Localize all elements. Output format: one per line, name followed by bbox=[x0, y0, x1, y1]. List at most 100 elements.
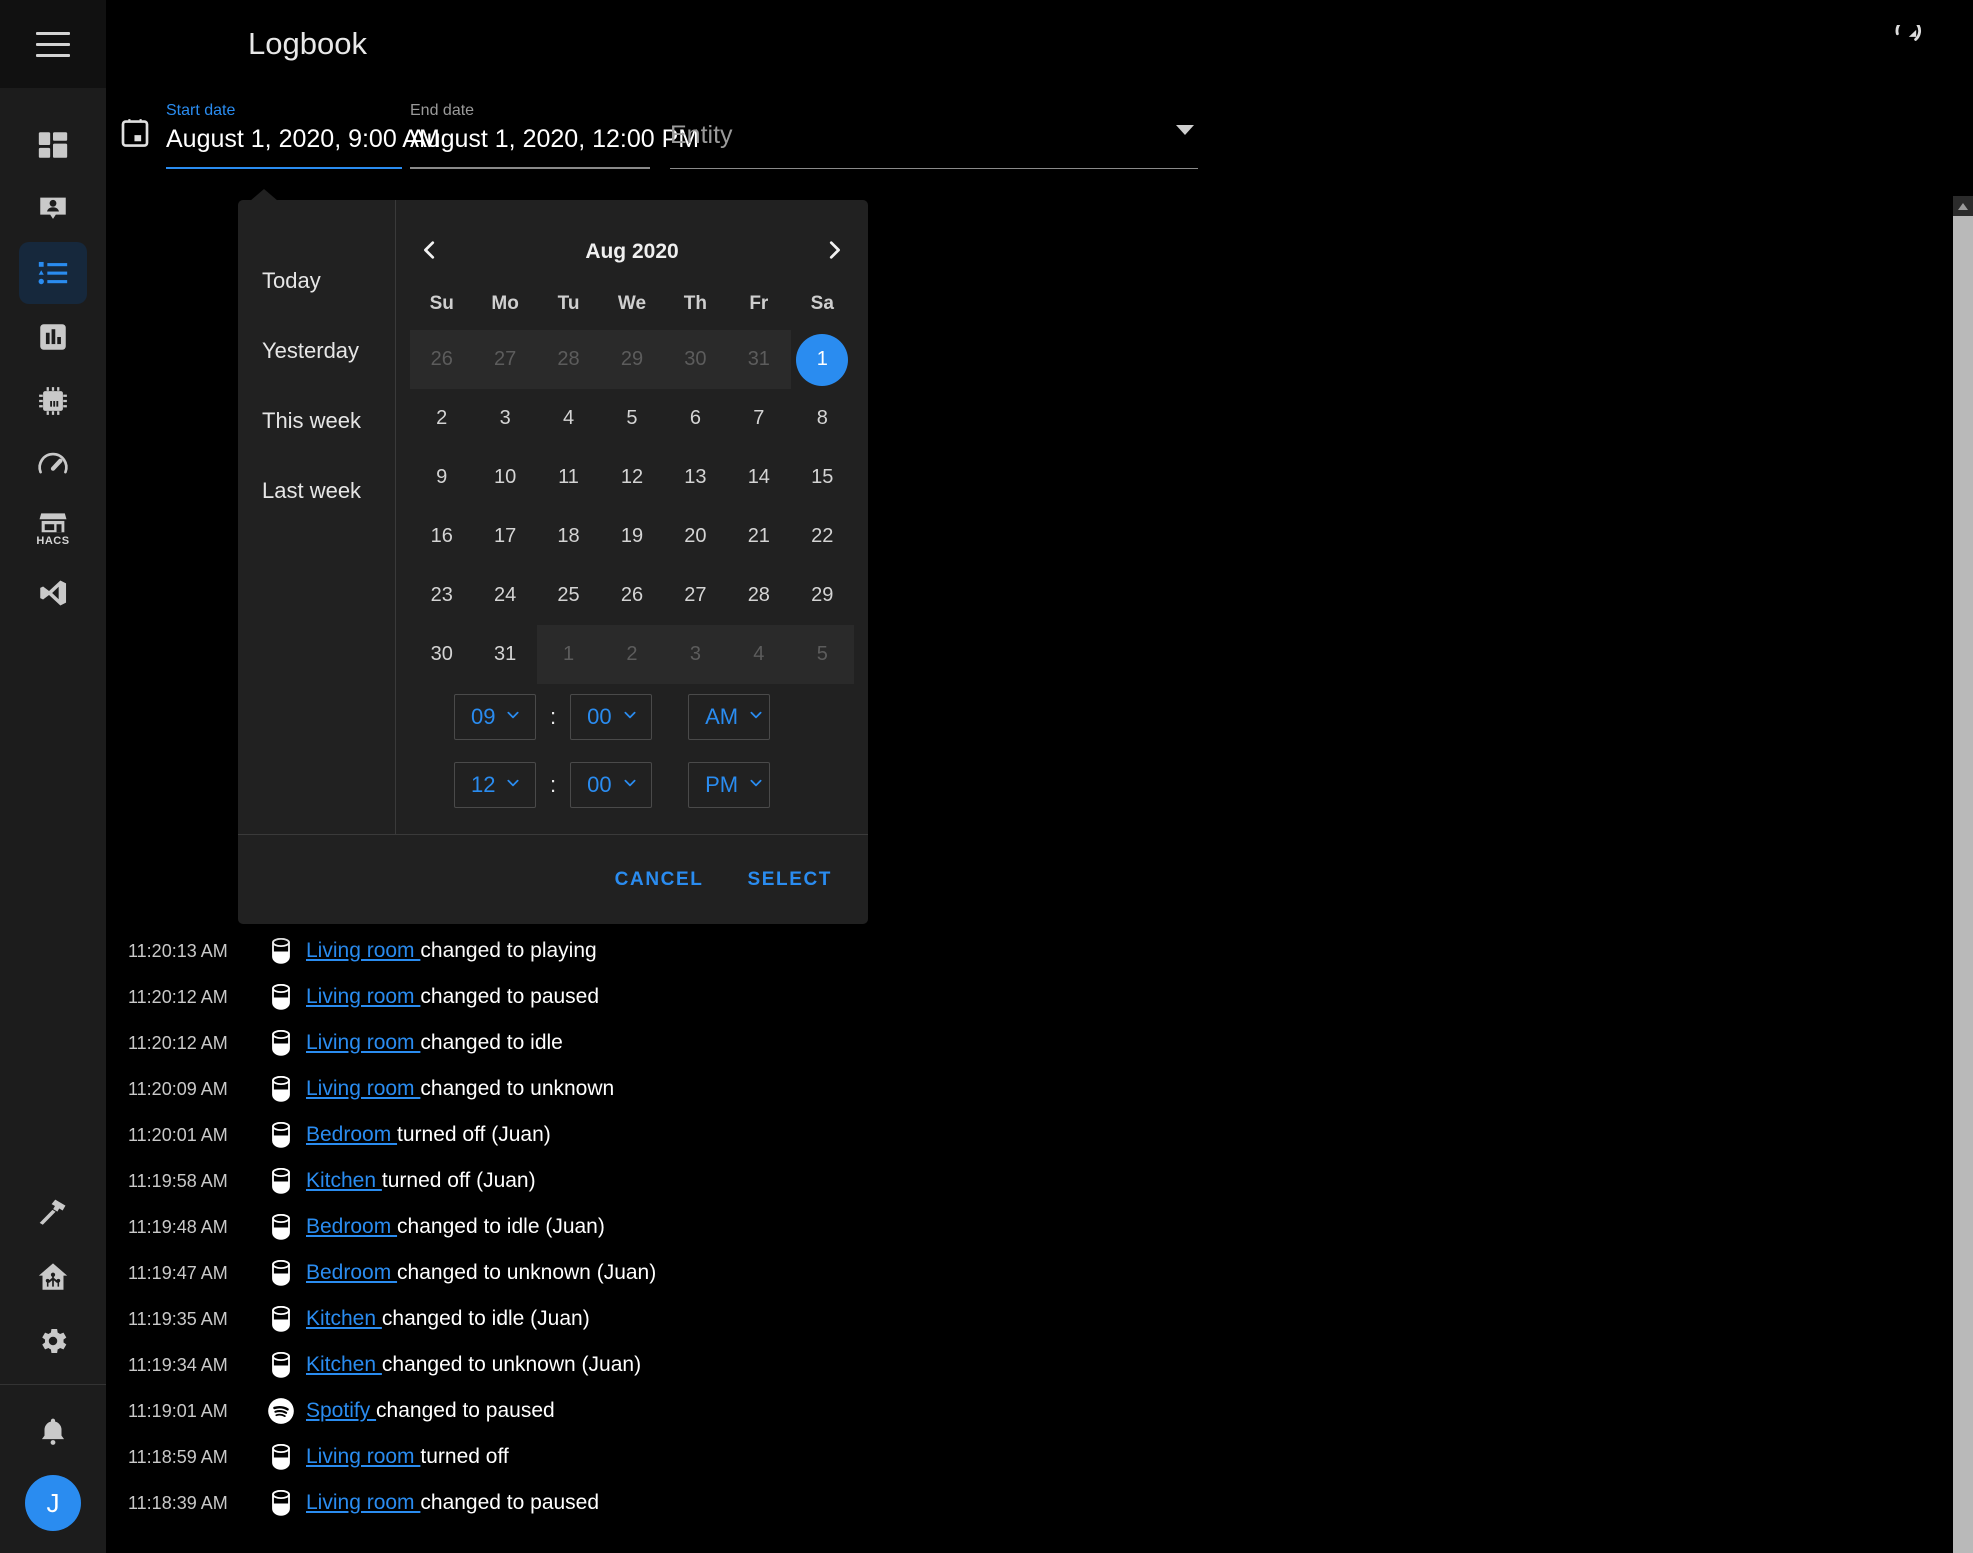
next-month-button[interactable] bbox=[814, 232, 854, 272]
calendar-day[interactable]: 10 bbox=[473, 448, 536, 507]
calendar-day[interactable]: 29 bbox=[791, 566, 854, 625]
calendar-day[interactable]: 16 bbox=[410, 507, 473, 566]
calendar-day[interactable]: 31 bbox=[473, 625, 536, 684]
sidebar-item-developer-tools[interactable] bbox=[19, 1182, 87, 1244]
calendar-day: 30 bbox=[664, 330, 727, 389]
sidebar-item-hacs[interactable]: HACS bbox=[19, 498, 87, 560]
logbook-entity-link[interactable]: Kitchen bbox=[306, 1169, 382, 1192]
start-time-separator: : bbox=[550, 704, 556, 730]
calendar-day[interactable]: 2 bbox=[410, 389, 473, 448]
calendar-day[interactable]: 6 bbox=[664, 389, 727, 448]
logbook-timestamp: 11:20:13 AM bbox=[128, 941, 256, 962]
calendar-day: 31 bbox=[727, 330, 790, 389]
calendar-day[interactable]: 13 bbox=[664, 448, 727, 507]
calendar-day[interactable]: 18 bbox=[537, 507, 600, 566]
sidebar-item-studio-code-server[interactable] bbox=[19, 562, 87, 624]
hamburger-menu-icon[interactable] bbox=[36, 32, 70, 57]
calendar-day[interactable]: 8 bbox=[791, 389, 854, 448]
calendar-day[interactable]: 4 bbox=[537, 389, 600, 448]
chevron-down-icon bbox=[622, 707, 638, 728]
avatar[interactable]: J bbox=[25, 1475, 81, 1531]
vertical-scrollbar[interactable] bbox=[1953, 196, 1973, 1553]
logbook-entity-link[interactable]: Living room bbox=[306, 1031, 420, 1054]
scroll-up-arrow-icon[interactable] bbox=[1953, 196, 1973, 216]
quick-range-yesterday[interactable]: Yesterday bbox=[238, 316, 395, 386]
logbook-entity-link[interactable]: Living room bbox=[306, 1445, 420, 1468]
end-date-field[interactable]: End date August 1, 2020, 12:00 PM bbox=[410, 97, 650, 169]
calendar-day[interactable]: 24 bbox=[473, 566, 536, 625]
weekday-we: We bbox=[600, 278, 663, 330]
calendar-day[interactable]: 15 bbox=[791, 448, 854, 507]
start-meridiem-select[interactable]: AM bbox=[688, 694, 770, 740]
calendar-day-selected[interactable]: 1 bbox=[791, 330, 854, 389]
date-range-picker: Today Yesterday This week Last week Aug … bbox=[238, 200, 868, 924]
calendar-day[interactable]: 7 bbox=[727, 389, 790, 448]
logbook-entity-link[interactable]: Spotify bbox=[306, 1399, 376, 1422]
logbook-entity-link[interactable]: Bedroom bbox=[306, 1215, 397, 1238]
calendar-day[interactable]: 23 bbox=[410, 566, 473, 625]
speaker-icon bbox=[256, 1166, 306, 1196]
calendar-day[interactable]: 5 bbox=[600, 389, 663, 448]
calendar-day[interactable]: 17 bbox=[473, 507, 536, 566]
quick-range-this-week[interactable]: This week bbox=[238, 386, 395, 456]
calendar-day[interactable]: 30 bbox=[410, 625, 473, 684]
logbook-entity-link[interactable]: Kitchen bbox=[306, 1353, 382, 1376]
calendar-day[interactable]: 9 bbox=[410, 448, 473, 507]
sidebar-item-home-assistant[interactable] bbox=[19, 1246, 87, 1308]
sidebar-item-overview[interactable] bbox=[19, 114, 87, 176]
refresh-button[interactable] bbox=[1883, 22, 1927, 66]
sidebar-item-logbook[interactable] bbox=[19, 242, 87, 304]
sidebar-item-configuration[interactable] bbox=[19, 1310, 87, 1372]
calendar-day[interactable]: 3 bbox=[473, 389, 536, 448]
calendar-day[interactable]: 12 bbox=[600, 448, 663, 507]
end-minute-value: 00 bbox=[571, 772, 621, 798]
home-assistant-icon bbox=[36, 1260, 70, 1294]
entity-field[interactable]: Entity bbox=[670, 97, 1198, 169]
calendar-day[interactable]: 22 bbox=[791, 507, 854, 566]
quick-range-today[interactable]: Today bbox=[238, 246, 395, 316]
calendar-day[interactable]: 25 bbox=[537, 566, 600, 625]
logbook-timestamp: 11:19:48 AM bbox=[128, 1217, 256, 1238]
logbook-row: 11:20:12 AMLiving room changed to paused bbox=[106, 974, 1906, 1020]
quick-range-last-week[interactable]: Last week bbox=[238, 456, 395, 526]
sidebar-item-map[interactable] bbox=[19, 178, 87, 240]
cancel-button[interactable]: CANCEL bbox=[607, 859, 712, 901]
speaker-icon bbox=[256, 982, 306, 1012]
chevron-down-icon bbox=[748, 707, 764, 728]
speaker-icon bbox=[256, 1350, 306, 1380]
end-hour-select[interactable]: 12 bbox=[454, 762, 536, 808]
sidebar-item-esphome[interactable] bbox=[19, 370, 87, 432]
calendar-week-row: 16171819202122 bbox=[410, 507, 854, 566]
refresh-icon bbox=[1888, 25, 1922, 64]
start-minute-select[interactable]: 00 bbox=[570, 694, 652, 740]
sidebar-item-notifications[interactable] bbox=[19, 1401, 87, 1463]
calendar-day[interactable]: 14 bbox=[727, 448, 790, 507]
sidebar-item-supervisor[interactable] bbox=[19, 434, 87, 496]
logbook-entity-link[interactable]: Living room bbox=[306, 1077, 420, 1100]
calendar-day[interactable]: 19 bbox=[600, 507, 663, 566]
logbook-message: Spotify changed to paused bbox=[306, 1399, 555, 1423]
logbook-entity-link[interactable]: Living room bbox=[306, 939, 420, 962]
logbook-entity-link[interactable]: Living room bbox=[306, 985, 420, 1008]
logbook-entity-link[interactable]: Living room bbox=[306, 1491, 420, 1514]
logbook-entity-link[interactable]: Kitchen bbox=[306, 1307, 382, 1330]
select-button[interactable]: SELECT bbox=[739, 859, 840, 901]
chevron-down-icon[interactable] bbox=[1176, 125, 1194, 135]
calendar-day[interactable]: 27 bbox=[664, 566, 727, 625]
logbook-message: Kitchen turned off (Juan) bbox=[306, 1169, 536, 1193]
scrollbar-thumb[interactable] bbox=[1953, 216, 1973, 1553]
sidebar-item-history[interactable] bbox=[19, 306, 87, 368]
calendar-day[interactable]: 26 bbox=[600, 566, 663, 625]
start-date-field[interactable]: Start date August 1, 2020, 9:00 AM bbox=[166, 97, 402, 169]
end-meridiem-select[interactable]: PM bbox=[688, 762, 770, 808]
prev-month-button[interactable] bbox=[410, 232, 450, 272]
end-minute-select[interactable]: 00 bbox=[570, 762, 652, 808]
calendar-day[interactable]: 28 bbox=[727, 566, 790, 625]
logbook-entity-link[interactable]: Bedroom bbox=[306, 1123, 397, 1146]
start-hour-select[interactable]: 09 bbox=[454, 694, 536, 740]
calendar-day[interactable]: 11 bbox=[537, 448, 600, 507]
entity-placeholder: Entity bbox=[670, 121, 733, 150]
calendar-day[interactable]: 21 bbox=[727, 507, 790, 566]
logbook-entity-link[interactable]: Bedroom bbox=[306, 1261, 397, 1284]
calendar-day[interactable]: 20 bbox=[664, 507, 727, 566]
